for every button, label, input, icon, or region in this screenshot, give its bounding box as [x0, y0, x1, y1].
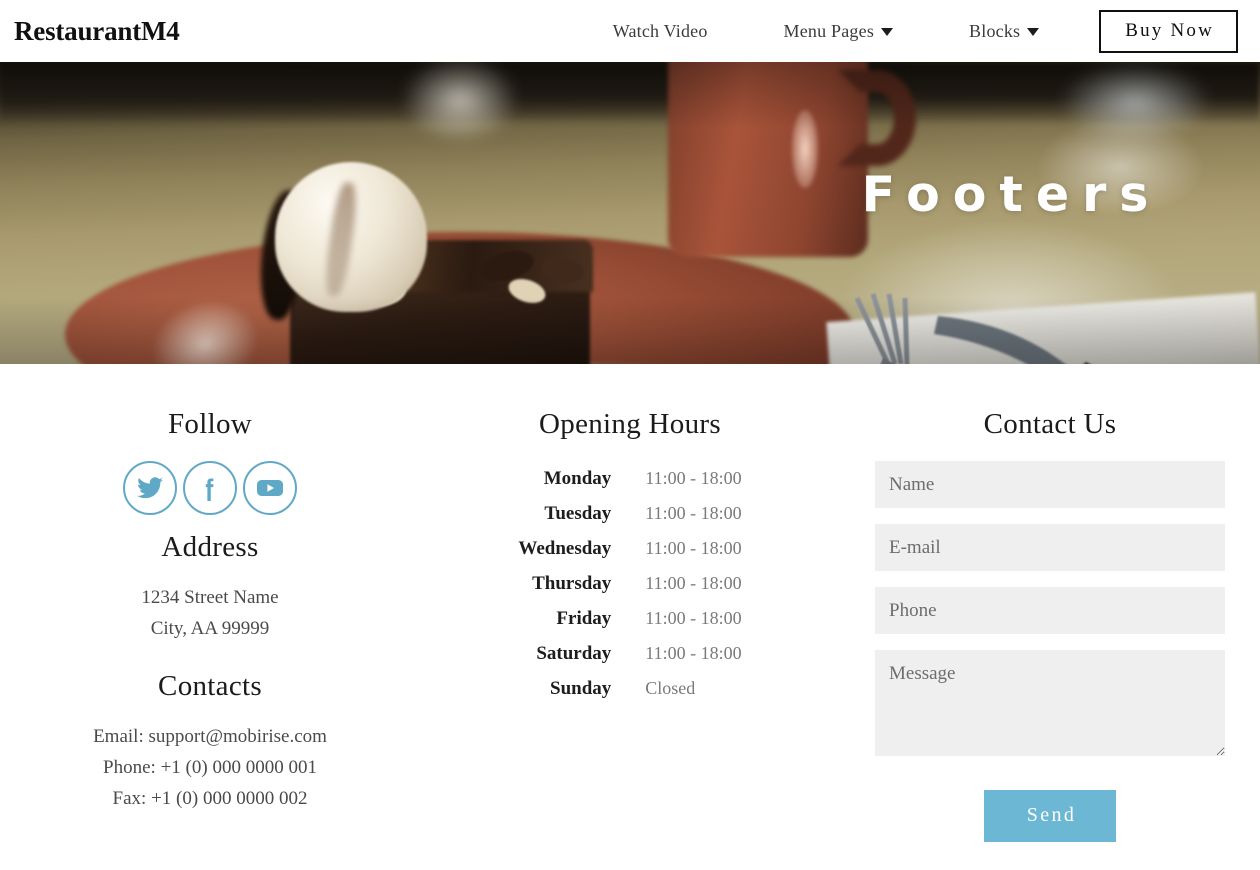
hours-day: Wednesday	[518, 538, 612, 559]
table-row: Tuesday 11:00 - 18:00	[518, 496, 741, 531]
table-row: Sunday Closed	[518, 671, 741, 706]
name-input[interactable]	[875, 461, 1225, 508]
hours-day: Monday	[543, 468, 612, 489]
facebook-icon	[205, 478, 214, 501]
opening-hours-table: Monday 11:00 - 18:00 Tuesday 11:00 - 18:…	[518, 461, 741, 706]
hours-day: Sunday	[550, 678, 612, 699]
phone-input[interactable]	[875, 587, 1225, 634]
table-row: Wednesday 11:00 - 18:00	[518, 531, 741, 566]
contact-phone[interactable]: Phone: +1 (0) 000 0000 001	[0, 752, 420, 783]
top-navbar: RestaurantM4 Watch Video Menu Pages Bloc…	[0, 0, 1260, 62]
table-row: Monday 11:00 - 18:00	[518, 461, 742, 496]
chevron-down-icon	[1027, 28, 1040, 36]
hours-day: Thursday	[532, 573, 612, 594]
contact-email[interactable]: Email: support@mobirise.com	[0, 721, 420, 752]
email-input[interactable]	[875, 524, 1225, 571]
nav-item-label: Menu Pages	[783, 20, 875, 41]
nav-item-blocks[interactable]: Blocks	[931, 21, 1077, 42]
hours-day: Tuesday	[544, 503, 612, 524]
nav-item-menu-pages[interactable]: Menu Pages	[746, 21, 932, 42]
hero-banner: Footers	[0, 62, 1260, 364]
social-link-youtube[interactable]	[243, 461, 297, 515]
brand-logo[interactable]: RestaurantM4	[14, 16, 180, 47]
table-row: Thursday 11:00 - 18:00	[518, 566, 742, 601]
buy-now-button[interactable]: Buy Now	[1099, 9, 1238, 53]
hours-time: 11:00 - 18:00	[645, 643, 742, 663]
social-link-twitter[interactable]	[123, 461, 177, 515]
footer-column-follow: Follow Address 1234 Street Name City, AA…	[0, 408, 420, 842]
hours-time: 11:00 - 18:00	[645, 468, 742, 488]
chevron-down-icon	[881, 28, 894, 36]
nav-item-label: Blocks	[969, 20, 1021, 41]
twitter-icon	[137, 477, 163, 499]
social-links	[0, 461, 420, 515]
follow-title: Follow	[168, 408, 252, 440]
message-textarea[interactable]	[875, 650, 1225, 756]
address-block: 1234 Street Name City, AA 99999	[0, 582, 420, 644]
send-button[interactable]: Send	[983, 790, 1117, 842]
hours-day: Saturday	[536, 643, 612, 664]
footer-section: Follow Address 1234 Street Name City, AA…	[0, 364, 1260, 842]
hours-time: 11:00 - 18:00	[645, 573, 742, 593]
address-line-1: 1234 Street Name	[141, 587, 279, 608]
table-row: Friday 11:00 - 18:00	[518, 601, 741, 636]
hours-day: Friday	[556, 608, 612, 629]
hours-time: Closed	[645, 678, 696, 698]
opening-hours-title: Opening Hours	[539, 408, 721, 440]
contact-fax: Fax: +1 (0) 000 0000 002	[112, 788, 308, 809]
social-link-facebook[interactable]	[183, 461, 237, 515]
contact-form: Send	[875, 461, 1225, 842]
address-line-2: City, AA 99999	[150, 618, 270, 639]
hero-title: Footers	[861, 166, 1162, 223]
contact-us-title: Contact Us	[983, 408, 1117, 440]
youtube-icon	[257, 480, 283, 496]
hours-time: 11:00 - 18:00	[645, 503, 742, 523]
nav-item-label: Watch Video	[612, 20, 708, 41]
footer-column-contact: Contact Us Send	[840, 408, 1260, 842]
nav-links: Watch Video Menu Pages Blocks Buy Now	[575, 9, 1246, 53]
contacts-block: Email: support@mobirise.com Phone: +1 (0…	[0, 721, 420, 814]
send-button-wrap: Send	[875, 790, 1225, 842]
table-row: Saturday 11:00 - 18:00	[518, 636, 741, 671]
contacts-title: Contacts	[158, 670, 262, 702]
footer-column-hours: Opening Hours Monday 11:00 - 18:00 Tuesd…	[420, 408, 840, 842]
address-title: Address	[161, 531, 259, 563]
hours-time: 11:00 - 18:00	[645, 538, 742, 558]
nav-item-watch-video[interactable]: Watch Video	[575, 21, 746, 42]
hours-time: 11:00 - 18:00	[645, 608, 742, 628]
